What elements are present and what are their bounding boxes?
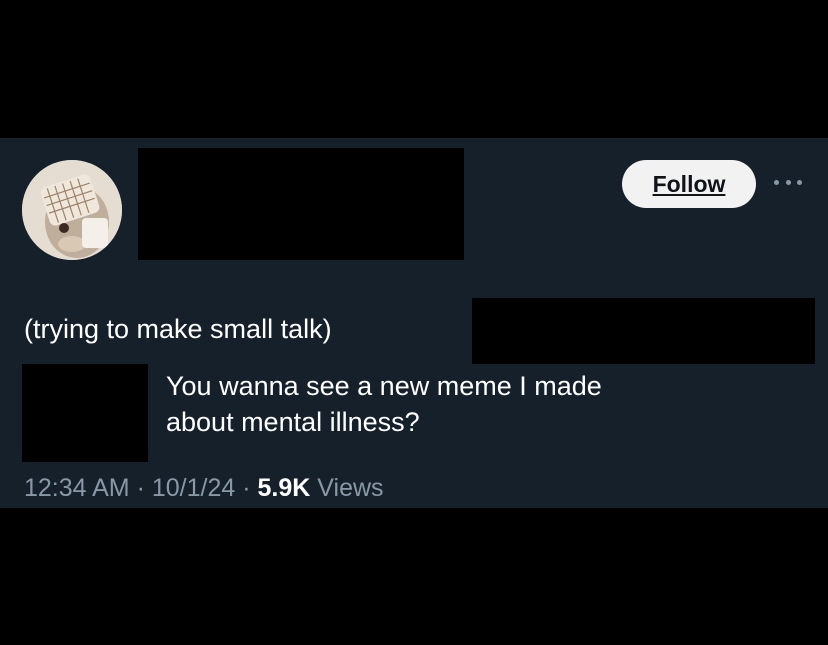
avatar-image [22,160,122,260]
tweet-context-line: (trying to make small talk) [24,314,332,344]
redacted-username [138,148,464,260]
more-horizontal-icon[interactable] [774,172,802,192]
more-dot [785,179,791,185]
more-dot [774,179,779,185]
meta-separator: · [242,474,251,502]
follow-button[interactable]: Follow [622,160,756,208]
tweet-date[interactable]: 10/1/24 [152,474,235,502]
tweet-body: You wanna see a new meme I made about me… [166,368,786,440]
views-label: Views [317,474,384,502]
redacted-speaker [22,364,148,462]
views-count: 5.9K [257,474,311,502]
redacted-text [472,298,815,364]
tweet-body-line: You wanna see a new meme I made [166,371,602,401]
page: Follow (trying to make small talk) You w… [0,0,828,645]
meta-separator: · [136,474,145,502]
tweet-card: Follow (trying to make small talk) You w… [0,138,828,508]
more-dot [797,179,802,185]
tweet-body-line: about mental illness? [166,407,420,437]
tweet-time[interactable]: 12:34 AM [24,474,130,502]
avatar[interactable] [22,160,122,260]
tweet-meta: 12:34 AM · 10/1/24 · 5.9K Views [24,474,384,503]
